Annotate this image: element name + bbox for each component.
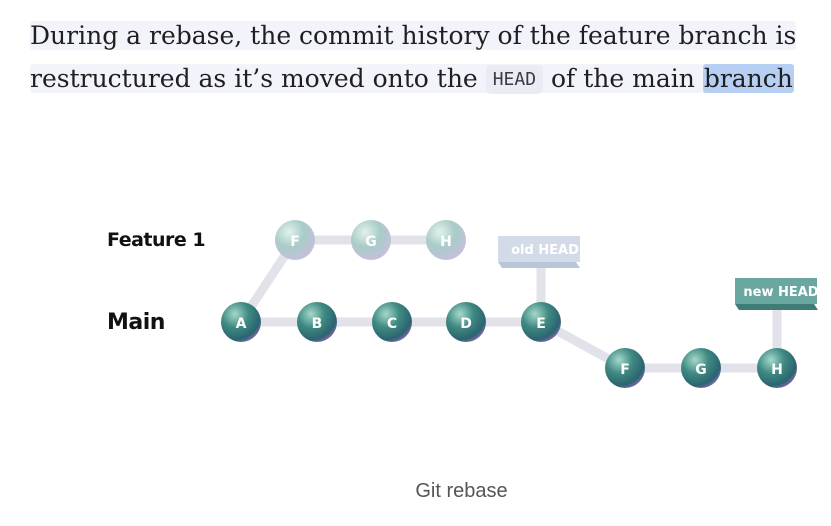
rebased-commit-g: G: [681, 348, 721, 388]
commit-label: D: [460, 316, 472, 332]
commit-label: F: [290, 234, 300, 250]
commit-label: C: [387, 316, 397, 332]
commit-label: H: [771, 362, 783, 378]
main-commit-b: B: [297, 302, 337, 342]
new-head-tag: new HEAD: [735, 278, 819, 310]
new-head-label: new HEAD: [743, 285, 818, 300]
main-commit-a: A: [221, 302, 261, 342]
commit-label: B: [312, 316, 323, 332]
feature-commit-f: F: [275, 220, 315, 260]
old-head-label: old HEAD: [511, 243, 579, 258]
main-commit-d: D: [446, 302, 486, 342]
old-head-tag: old HEAD: [498, 236, 580, 268]
rebased-commit-h: H: [757, 348, 797, 388]
commit-label: F: [620, 362, 630, 378]
commit-label: G: [365, 234, 377, 250]
commit-label: G: [695, 362, 707, 378]
rebased-commit-f: F: [605, 348, 645, 388]
main-commit-e: E: [521, 302, 561, 342]
commit-label: E: [536, 316, 546, 332]
figure-caption: Git rebase: [415, 480, 508, 502]
commit-label: H: [440, 234, 452, 250]
commit-label: A: [236, 316, 247, 332]
git-rebase-diagram: old HEAD new HEAD F G H A B C D E F G H: [221, 220, 819, 388]
feature-commit-h: H: [426, 220, 466, 260]
main-commit-c: C: [372, 302, 412, 342]
feature-commit-g: G: [351, 220, 391, 260]
